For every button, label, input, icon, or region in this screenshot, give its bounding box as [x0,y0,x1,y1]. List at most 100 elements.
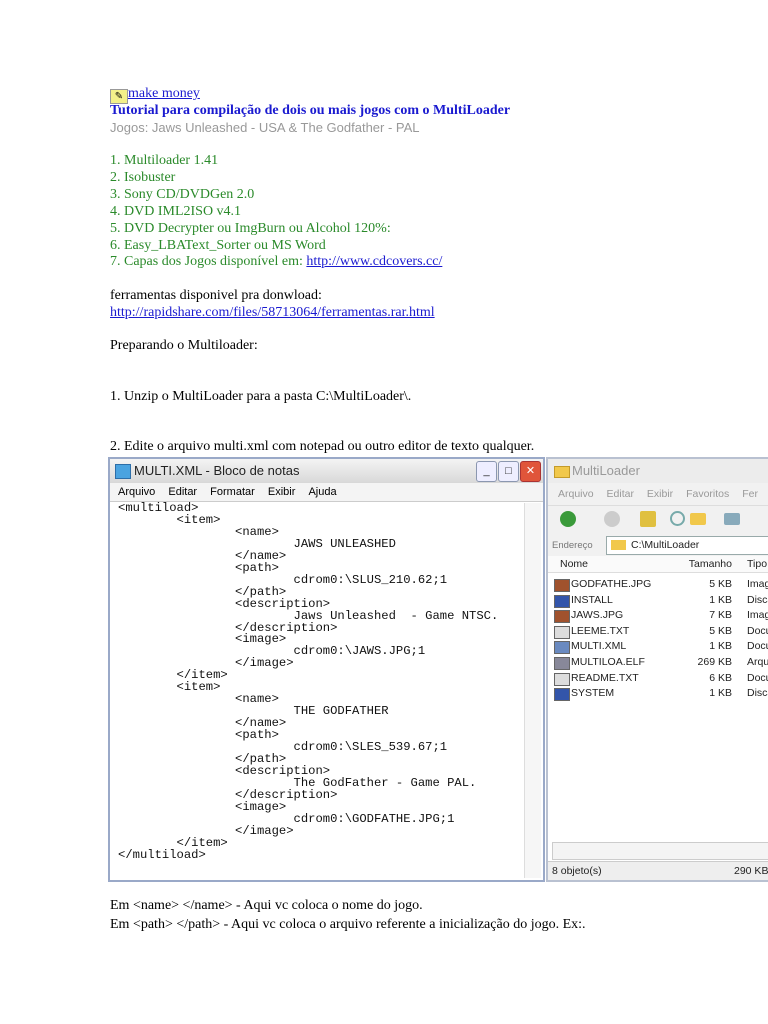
menu-exibir[interactable]: Exibir [268,486,296,498]
file-type: Imag [747,578,768,590]
views-icon[interactable] [724,513,740,525]
vertical-scrollbar[interactable] [524,503,541,878]
explorer-menubar: Arquivo Editar Exibir Favoritos Fer [548,483,768,505]
explain-name: Em <name> </name> - Aqui vc coloca o nom… [110,898,423,913]
tool-item: 4. DVD IML2ISO v4.1 [110,204,242,219]
address-value: C:\MultiLoader [631,539,700,551]
tool-item: 5. DVD Decrypter ou ImgBurn ou Alcohol 1… [110,221,391,236]
xml-file-icon [554,641,570,655]
file-size: 7 KB [709,609,732,622]
disc-image-icon [554,688,570,702]
image-file-icon [554,579,570,592]
menu-arquivo[interactable]: Arquivo [118,486,155,498]
notepad-window: MULTI.XML - Bloco de notas _ □ ✕ Arquivo… [108,457,545,882]
explorer-window: MultiLoader Arquivo Editar Exibir Favori… [546,457,768,882]
explorer-titlebar: MultiLoader [548,459,768,483]
menu-exibir[interactable]: Exibir [647,488,673,500]
horizontal-scrollbar[interactable] [552,842,768,860]
file-row[interactable]: SYSTEM 1 KB Disca [548,686,768,702]
notepad-titlebar: MULTI.XML - Bloco de notas _ □ ✕ [110,459,543,483]
folders-icon[interactable] [690,513,706,525]
subtitle: Jogos: Jaws Unleashed - USA & The Godfat… [110,120,420,135]
file-size: 6 KB [709,671,732,684]
menu-editar[interactable]: Editar [607,488,634,500]
explain-path: Em <path> </path> - Aqui vc coloca o arq… [110,917,586,932]
file-size: 269 KB [697,656,732,668]
tool-item: 3. Sony CD/DVDGen 2.0 [110,187,255,202]
up-folder-icon[interactable] [640,511,656,527]
menu-editar[interactable]: Editar [168,486,197,498]
text-file-icon [554,672,570,686]
notepad-title: MULTI.XML - Bloco de notas [134,463,300,478]
file-size: 5 KB [709,578,732,590]
status-bar: 8 objeto(s) 290 KB [548,861,768,880]
minimize-button[interactable]: _ [476,461,497,482]
address-bar: Endereço C:\MultiLoader [548,534,768,556]
file-size: 1 KB [709,687,732,700]
notepad-icon [115,464,131,479]
address-input[interactable]: C:\MultiLoader [606,536,768,555]
column-tamanho[interactable]: Tamanho [689,556,732,572]
status-count: 8 objeto(s) [552,865,602,877]
file-row[interactable]: JAWS.JPG 7 KB Imag [548,608,768,624]
column-nome[interactable]: Nome [560,556,588,572]
text-file-icon [554,625,570,639]
step-2: 2. Edite o arquivo multi.xml com notepad… [110,439,535,454]
tool-item: 2. Isobuster [110,170,176,185]
file-name: INSTALL [571,593,613,606]
file-name: README.TXT [571,671,639,684]
menu-arquivo[interactable]: Arquivo [558,488,594,500]
maximize-button[interactable]: □ [498,461,519,482]
image-file-icon [554,610,570,624]
search-icon[interactable] [670,511,685,526]
step-1: 1. Unzip o MultiLoader para a pasta C:\M… [110,389,412,404]
tool-item-text: 7. Capas dos Jogos disponível em: [110,254,307,269]
status-size: 290 KB [734,865,768,877]
file-size: 1 KB [709,640,732,653]
tool-item: 6. Easy_LBAText_Sorter ou MS Word [110,238,326,253]
menu-ferramentas[interactable]: Fer [742,488,758,500]
folder-icon [611,540,626,550]
file-row[interactable]: GODFATHE.JPG 5 KB Imag [548,577,768,592]
file-row[interactable]: MULTI.XML 1 KB Docu [548,639,768,655]
download-link[interactable]: http://rapidshare.com/files/58713064/fer… [110,305,435,320]
file-name: SYSTEM [571,687,615,700]
back-icon[interactable] [560,511,576,527]
disc-image-icon [554,594,570,608]
file-type: Imag [747,609,768,622]
file-type: Disca [747,687,768,700]
column-tipo[interactable]: Tipo [747,556,767,572]
address-label: Endereço [552,540,593,551]
file-row[interactable]: MULTILOA.ELF 269 KB Arqu [548,655,768,670]
binary-file-icon [554,657,570,670]
menu-favoritos[interactable]: Favoritos [686,488,729,500]
file-type: Disca [747,593,768,606]
menu-formatar[interactable]: Formatar [210,486,255,498]
file-row[interactable]: INSTALL 1 KB Disca [548,593,768,608]
file-row[interactable]: README.TXT 6 KB Docu [548,671,768,686]
notepad-text-area[interactable]: <multiload> <item> <name> JAWS UNLEASHED… [112,502,523,878]
explorer-toolbar [548,505,768,534]
make-money-link[interactable]: make money [128,86,200,101]
explorer-title: MultiLoader [572,463,640,478]
file-type: Arqu [747,656,768,668]
close-button[interactable]: ✕ [520,461,541,482]
cdcovers-link[interactable]: http://www.cdcovers.cc/ [306,254,442,269]
notepad-menubar: Arquivo Editar Formatar Exibir Ajuda [110,483,543,502]
file-name: GODFATHE.JPG [571,578,652,590]
prep-heading: Preparando o Multiloader: [110,338,258,353]
page-title: Tutorial para compilação de dois ou mais… [110,103,511,118]
make-money-link-row[interactable]: ✎ make money [110,86,200,104]
menu-ajuda[interactable]: Ajuda [308,486,336,498]
column-headers: Nome Tamanho Tipo [548,556,768,573]
hand-pointer-icon: ✎ [110,89,128,104]
tool-item: 1. Multiloader 1.41 [110,153,219,168]
file-type: Docu [747,640,768,653]
file-size: 5 KB [709,624,732,637]
forward-icon[interactable] [604,511,620,527]
file-row[interactable]: LEEME.TXT 5 KB Docu [548,624,768,639]
file-name: JAWS.JPG [571,609,624,622]
file-name: MULTI.XML [571,640,627,653]
file-size: 1 KB [709,593,732,606]
folder-icon [554,466,570,478]
